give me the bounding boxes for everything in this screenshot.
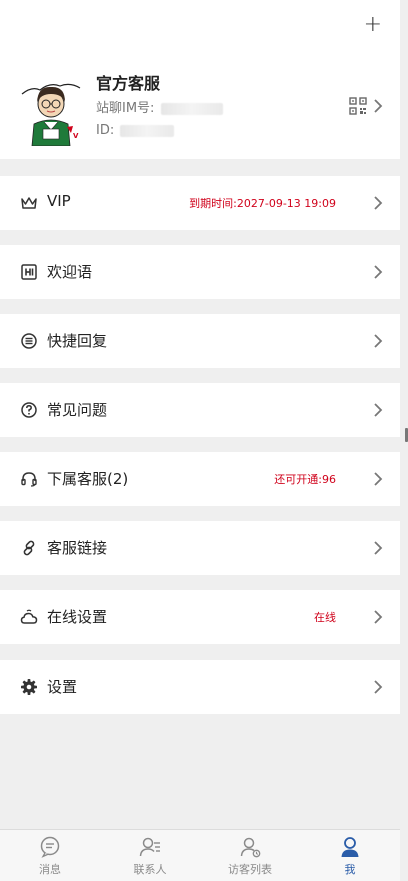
visitor-icon <box>240 837 261 858</box>
im-number-row: 站聊IM号: <box>96 97 223 116</box>
chevron-right-icon <box>374 334 383 348</box>
chevron-right-icon <box>374 472 383 486</box>
me-page: + V 官方客服 站聊IM号: ID: VIP 到期时间:2027-09-13 … <box>0 0 408 881</box>
tab-label: 联系人 <box>133 863 167 876</box>
tab-label: 消息 <box>39 863 61 876</box>
cloud-icon <box>20 609 38 624</box>
tab-messages[interactable]: 消息 <box>0 830 100 881</box>
menu-item-service-link[interactable]: 客服链接 <box>0 521 400 575</box>
welcome-icon <box>21 264 37 280</box>
profile-icon <box>341 837 359 857</box>
headset-icon <box>21 472 37 487</box>
menu-item-label: 客服链接 <box>47 539 108 557</box>
tab-label: 访客列表 <box>228 863 272 876</box>
menu-item-label: VIP <box>47 192 71 210</box>
menu-item-sub-agents[interactable]: 下属客服(2) 还可开通:96 <box>0 452 400 506</box>
list-icon <box>21 333 37 349</box>
chevron-right-icon <box>374 265 383 279</box>
question-icon <box>21 402 37 418</box>
menu-item-label: 设置 <box>47 678 78 696</box>
tab-contacts[interactable]: 联系人 <box>100 830 200 881</box>
chevron-right-icon[interactable] <box>373 98 383 114</box>
contacts-icon <box>139 837 160 857</box>
chevron-right-icon <box>374 541 383 555</box>
menu-item-label: 在线设置 <box>47 608 108 626</box>
menu-item-settings[interactable]: 设置 <box>0 660 400 714</box>
tab-visitors[interactable]: 访客列表 <box>200 830 300 881</box>
menu-item-label: 欢迎语 <box>47 263 93 281</box>
chevron-right-icon <box>374 680 383 694</box>
remaining-quota-text: 还可开通:96 <box>274 473 336 486</box>
avatar-image: V <box>21 83 81 147</box>
avatar[interactable]: V <box>18 72 84 147</box>
svg-text:V: V <box>73 132 79 140</box>
id-redacted <box>120 124 175 137</box>
profile-name: 官方客服 <box>96 74 161 93</box>
menu-item-vip[interactable]: VIP 到期时间:2027-09-13 19:09 <box>0 176 400 230</box>
crown-icon <box>21 197 37 209</box>
qrcode-icon[interactable] <box>349 97 367 115</box>
im-number-label: 站聊IM号: <box>96 101 155 116</box>
chevron-right-icon <box>374 196 383 210</box>
menu-item-label: 下属客服(2) <box>47 470 129 488</box>
im-number-redacted <box>160 102 223 115</box>
menu-item-welcome[interactable]: 欢迎语 <box>0 245 400 299</box>
add-button[interactable]: + <box>364 13 382 37</box>
chat-icon <box>40 836 60 858</box>
menu-item-label: 常见问题 <box>47 401 108 419</box>
tab-label: 我 <box>344 863 356 876</box>
menu-item-label: 快捷回复 <box>47 332 108 350</box>
chevron-right-icon <box>374 610 383 624</box>
link-icon <box>23 540 35 556</box>
id-label: ID: <box>96 123 115 138</box>
online-status-text: 在线 <box>314 611 336 624</box>
menu-item-online-settings[interactable]: 在线设置 在线 <box>0 590 400 644</box>
vip-expiry-text: 到期时间:2027-09-13 19:09 <box>189 197 336 210</box>
gear-icon <box>21 679 37 695</box>
menu-item-quick-reply[interactable]: 快捷回复 <box>0 314 400 368</box>
menu-item-faq[interactable]: 常见问题 <box>0 383 400 437</box>
chevron-right-icon <box>374 403 383 417</box>
tab-me[interactable]: 我 <box>300 830 400 881</box>
profile-header: + V 官方客服 站聊IM号: ID: <box>0 0 400 159</box>
bottom-tab-bar: 消息 联系人 访客列表 我 <box>0 829 400 881</box>
id-row: ID: <box>96 123 175 138</box>
